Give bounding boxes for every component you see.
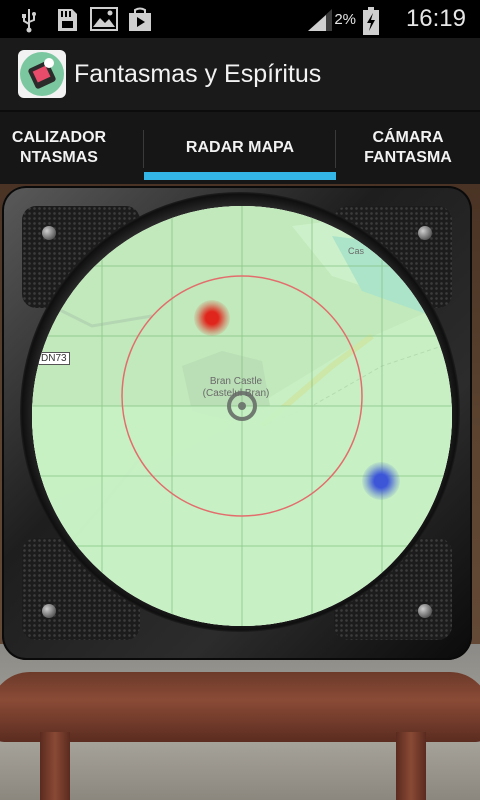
map-label-corner: Cas: [348, 246, 365, 256]
play-store-icon: [129, 7, 151, 31]
sd-card-icon: [58, 9, 77, 31]
chair-leg: [396, 732, 426, 800]
gallery-icon: [90, 7, 118, 31]
battery-charging-icon: [363, 7, 379, 35]
tab-ghost-locator[interactable]: CALIZADOR NTASMAS: [0, 112, 142, 184]
usb-icon: [22, 9, 36, 33]
radar-map[interactable]: Bran Castle (Castelul Bran) DN73 Strada …: [32, 206, 452, 626]
map-label-castle-local: (Castelul Bran): [202, 388, 270, 399]
clock: 16:19: [405, 5, 466, 32]
red-blip[interactable]: [194, 300, 230, 336]
screw: [42, 226, 56, 240]
screw: [418, 604, 432, 618]
road-shield: DN73: [38, 352, 70, 365]
status-bar: 2% 16:19: [0, 0, 480, 38]
map-canvas: [32, 206, 452, 626]
radar-screen: Bran Castle (Castelul Bran) DN73 Strada …: [0, 184, 480, 800]
screw: [418, 226, 432, 240]
action-bar: Fantasmas y Espíritus: [0, 38, 480, 110]
app-logo-icon[interactable]: [18, 50, 66, 98]
map-label-castle: Bran Castle: [209, 376, 263, 387]
selected-tab-indicator: [144, 172, 336, 180]
blue-blip[interactable]: [362, 462, 400, 500]
radar-device: Bran Castle (Castelul Bran) DN73 Strada …: [2, 186, 472, 660]
screw: [42, 604, 56, 618]
signal-icon: [308, 9, 332, 31]
chair-leg: [40, 732, 70, 800]
tab-ghost-camera[interactable]: CÁMARA FANTASMA: [336, 112, 480, 184]
app-title: Fantasmas y Espíritus: [74, 60, 322, 88]
battery-percent: 2%: [334, 11, 356, 28]
